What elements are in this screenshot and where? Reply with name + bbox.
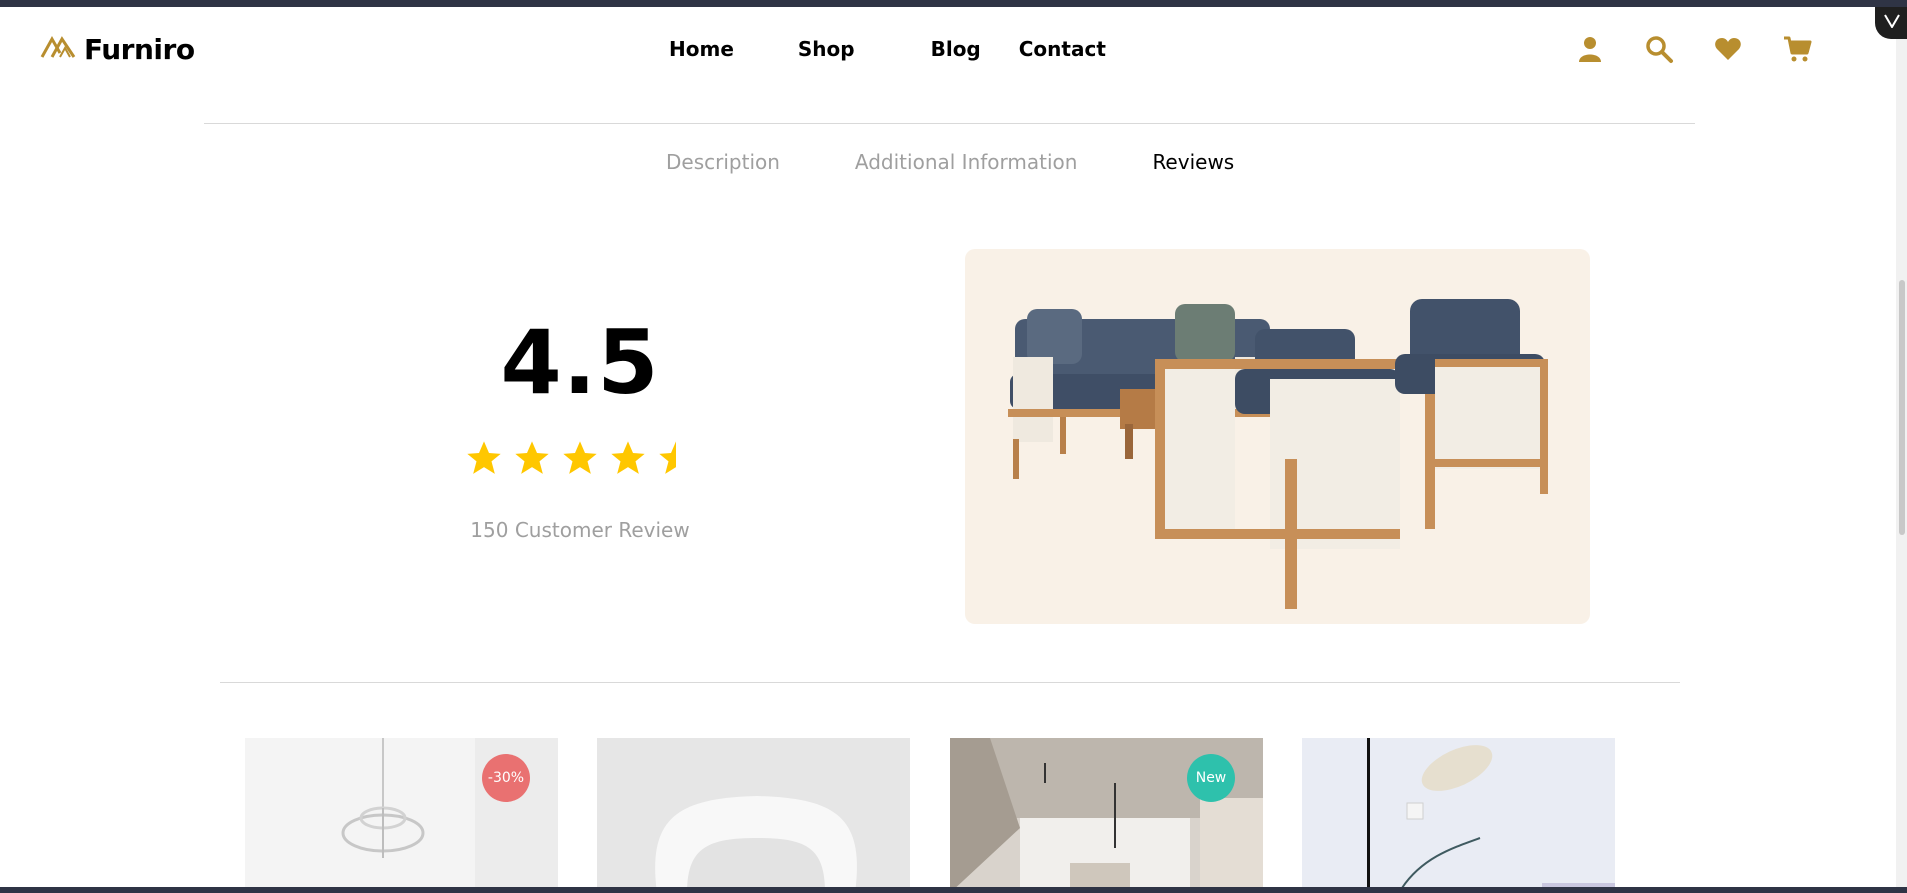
logo-icon: [40, 35, 78, 64]
star-icon: [515, 441, 549, 474]
star-icon: [563, 441, 597, 474]
heart-icon[interactable]: [1713, 34, 1743, 64]
related-product-card[interactable]: [1302, 738, 1615, 893]
chevron-down-icon: [1884, 14, 1900, 28]
product-tabs: Description Additional Information Revie…: [666, 150, 1234, 174]
cart-icon[interactable]: [1782, 34, 1812, 64]
section-divider: [204, 123, 1695, 124]
brand-name: Furniro: [84, 33, 195, 66]
sofa-set-image: [1008, 299, 1548, 609]
browser-top-bar: [0, 0, 1907, 7]
extension-badge[interactable]: [1875, 7, 1907, 39]
rating-summary: 4.5 150 Customer Review: [420, 311, 740, 542]
star-rating: [464, 438, 684, 478]
rating-value: 4.5: [500, 311, 660, 414]
lamp-image: [1367, 738, 1615, 893]
nav-contact[interactable]: Contact: [1019, 37, 1106, 61]
nav-shop[interactable]: Shop: [798, 37, 855, 61]
tab-additional-information[interactable]: Additional Information: [855, 150, 1078, 174]
review-count: 150 Customer Review: [470, 518, 690, 542]
logo[interactable]: Furniro: [40, 33, 195, 66]
white-chair-image: [655, 796, 857, 893]
related-product-card[interactable]: -30%: [245, 738, 558, 893]
star-icon: [467, 441, 501, 474]
new-badge: New: [1187, 754, 1235, 802]
nav-blog[interactable]: Blog: [931, 37, 981, 61]
related-product-card[interactable]: New: [950, 738, 1263, 893]
tab-reviews[interactable]: Reviews: [1152, 150, 1234, 174]
browser-bottom-bar: [0, 887, 1907, 893]
nav-home[interactable]: Home: [669, 37, 734, 61]
star-icon: [611, 441, 645, 474]
user-icon[interactable]: [1575, 34, 1605, 64]
section-divider: [220, 682, 1680, 683]
product-image: [965, 249, 1590, 624]
discount-badge: -30%: [482, 754, 530, 802]
tab-description[interactable]: Description: [666, 150, 780, 174]
half-star-icon: [659, 441, 676, 474]
search-icon[interactable]: [1644, 34, 1674, 64]
main-nav: Home Shop Blog Contact: [669, 37, 1106, 61]
site-header: Furniro Home Shop Blog Contact: [0, 7, 1896, 92]
related-product-card[interactable]: [597, 738, 910, 893]
page-scrollbar-thumb[interactable]: [1899, 280, 1905, 535]
header-actions: [1575, 34, 1851, 64]
